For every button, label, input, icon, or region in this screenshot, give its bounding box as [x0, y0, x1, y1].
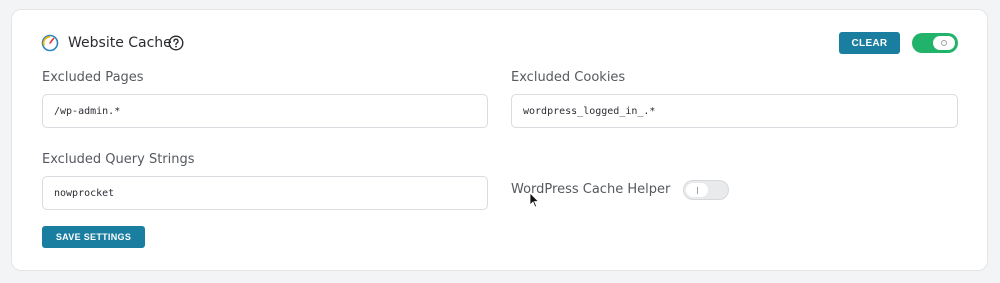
section-title: Website Cache	[68, 35, 172, 51]
toggle-circle-icon	[941, 40, 947, 46]
speedometer-icon	[41, 34, 59, 52]
clear-cache-button[interactable]: CLEAR	[839, 32, 900, 54]
excluded-cookies-label: Excluded Cookies	[511, 70, 626, 85]
question-circle-icon[interactable]	[168, 35, 184, 51]
excluded-query-strings-label: Excluded Query Strings	[42, 152, 195, 167]
excluded-cookies-input[interactable]	[511, 94, 958, 128]
excluded-query-strings-input[interactable]	[42, 176, 488, 210]
toggle-knob	[686, 183, 708, 197]
save-settings-button[interactable]: SAVE SETTINGS	[42, 226, 145, 248]
toggle-line-icon	[696, 186, 698, 194]
excluded-pages-label: Excluded Pages	[42, 70, 144, 85]
website-cache-toggle[interactable]	[912, 33, 958, 53]
mouse-cursor-icon	[529, 192, 539, 208]
toggle-knob	[933, 36, 955, 50]
excluded-pages-input[interactable]	[42, 94, 488, 128]
cache-helper-toggle[interactable]	[683, 180, 729, 200]
